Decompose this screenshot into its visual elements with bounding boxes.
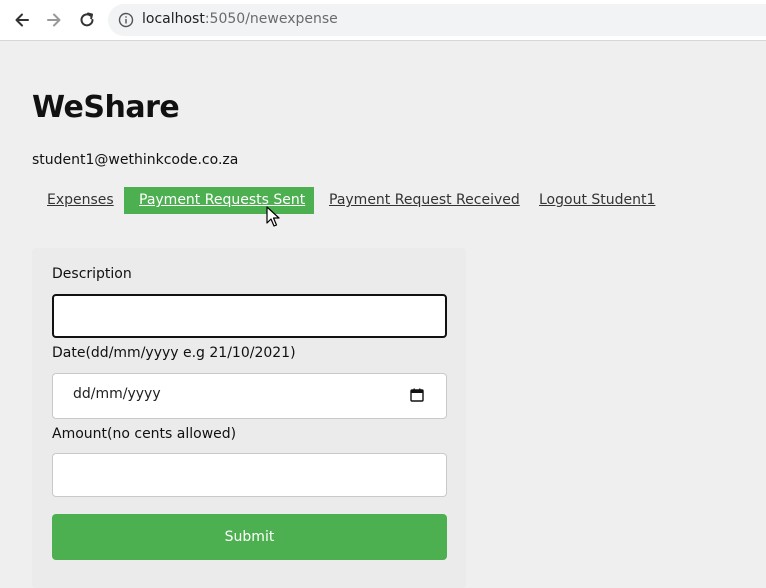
url-text[interactable]: localhost:5050/newexpense [142, 11, 338, 27]
forward-button[interactable] [42, 8, 66, 32]
calendar-icon[interactable] [410, 388, 424, 402]
back-arrow-icon [15, 13, 29, 27]
back-button[interactable] [10, 8, 34, 32]
reload-icon [80, 12, 94, 27]
amount-label: Amount(no cents allowed) [52, 426, 237, 442]
description-label: Description [52, 266, 132, 282]
reload-button[interactable] [75, 8, 99, 32]
date-placeholder: dd/mm/yyyy [73, 386, 161, 402]
amount-input[interactable] [52, 453, 447, 497]
info-icon[interactable] [118, 12, 134, 28]
address-bar[interactable]: localhost:5050/newexpense [108, 4, 766, 36]
submit-button[interactable]: Submit [52, 514, 447, 560]
user-email: student1@wethinkcode.co.za [32, 152, 239, 168]
nav-payment-request-received[interactable]: Payment Request Received [314, 187, 535, 214]
browser-toolbar: localhost:5050/newexpense [0, 0, 766, 41]
date-input[interactable]: dd/mm/yyyy [52, 373, 447, 419]
mouse-cursor-icon [266, 206, 280, 227]
url-path: :5050/newexpense [204, 11, 338, 27]
description-input[interactable] [52, 294, 447, 338]
nav-payment-requests-sent[interactable]: Payment Requests Sent [124, 187, 314, 214]
url-host: localhost [142, 11, 205, 27]
app-title: WeShare [32, 90, 180, 125]
nav-expenses[interactable]: Expenses [32, 187, 129, 214]
nav-logout[interactable]: Logout Student1 [524, 187, 670, 214]
date-label: Date(dd/mm/yyyy e.g 21/10/2021) [52, 345, 296, 361]
forward-arrow-icon [47, 13, 61, 27]
